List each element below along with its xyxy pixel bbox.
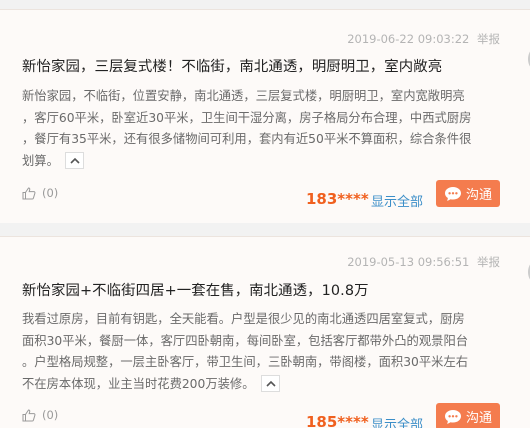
post-meta: 2019-05-13 09:56:51 举报 (347, 254, 500, 270)
post-card: 2019-06-22 09:03:22 举报 新怡家园，三层复式楼！不临街，南北… (0, 9, 530, 223)
post-body-line-last: 不在房本体现，业主当时花费200万装修。 (22, 374, 504, 396)
chat-button-label: 沟通 (465, 411, 492, 426)
post-body-line: 。户型格局规整，一层主卧客厅，带卫生间，三卧朝南，带阁楼，面积30平米左右 (22, 355, 469, 369)
post-body-line: 面积30平米，餐厨一体，客厅四卧朝南，每间卧室，包括客厅都带外凸的观景阳台 (22, 333, 469, 348)
like-button[interactable]: (0) (22, 408, 58, 422)
post-meta: 2019-06-22 09:03:22 举报 (347, 31, 500, 47)
masked-phone: 183**** (306, 190, 369, 208)
post-title: 新怡家园，三层复式楼！不临街，南北通透，明厨明卫，室内敞亮 (22, 59, 443, 75)
post-body-line-text: 不在房本体现，业主当时花费200万装修。 (22, 376, 255, 391)
chat-button[interactable]: 沟通 (436, 180, 500, 207)
post-timestamp: 2019-05-13 09:56:51 (347, 255, 470, 269)
like-count: (0) (42, 186, 59, 200)
like-button[interactable]: (0) (22, 186, 58, 200)
chat-bubble-icon (444, 186, 461, 201)
post-title: 新怡家园+不临街四居+一套在售，南北通透，10.8万 (22, 283, 369, 299)
post-timestamp: 2019-06-22 09:03:22 (347, 32, 470, 46)
post-card: 2019-05-13 09:56:51 举报 新怡家园+不临街四居+一套在售，南… (0, 236, 530, 428)
post-body-line-text: 划算。 (22, 153, 59, 168)
thumbs-up-icon (22, 186, 36, 199)
thumbs-up-icon (22, 408, 36, 421)
like-count: (0) (42, 408, 59, 422)
masked-phone: 185**** (306, 413, 369, 428)
collapse-button[interactable] (260, 374, 280, 392)
report-link[interactable]: 举报 (477, 32, 500, 46)
chat-bubble-icon (444, 409, 461, 424)
post-body: 新怡家园，不临街，位置安静，南北通透，三层复式楼，明厨明卫，室内宽敞明亮 ，客厅… (22, 86, 504, 172)
post-body-line: ，餐厅有35平米，还有很多储物间可利用，套内有近50平米不算面积，综合条件很 (22, 132, 472, 146)
chevron-up-icon (265, 380, 276, 387)
comment-feed: 2019-06-22 09:03:22 举报 新怡家园，三层复式楼！不临街，南北… (0, 0, 530, 428)
chat-button-label: 沟通 (465, 188, 492, 203)
collapse-button[interactable] (64, 151, 84, 169)
post-body-line: ，客厅60平米，卧室近30平米，卫生间干湿分离，房子格局分布合理，中西式厨房 (22, 110, 472, 125)
show-all-link[interactable]: 显示全部 (371, 191, 423, 210)
post-body: 我看过原房，目前有钥匙，全天能看。户型是很少见的南北通透四居室复式，厨房 面积3… (22, 309, 504, 395)
chat-button[interactable]: 沟通 (436, 403, 500, 428)
show-all-link[interactable]: 显示全部 (371, 414, 423, 428)
chevron-up-icon (70, 157, 80, 164)
report-link[interactable]: 举报 (477, 255, 500, 269)
post-body-line: 我看过原房，目前有钥匙，全天能看。户型是很少见的南北通透四居室复式，厨房 (22, 312, 465, 326)
post-body-line-last: 划算。 (22, 151, 504, 173)
post-body-line: 新怡家园，不临街，位置安静，南北通透，三层复式楼，明厨明卫，室内宽敞明亮 (22, 89, 465, 103)
